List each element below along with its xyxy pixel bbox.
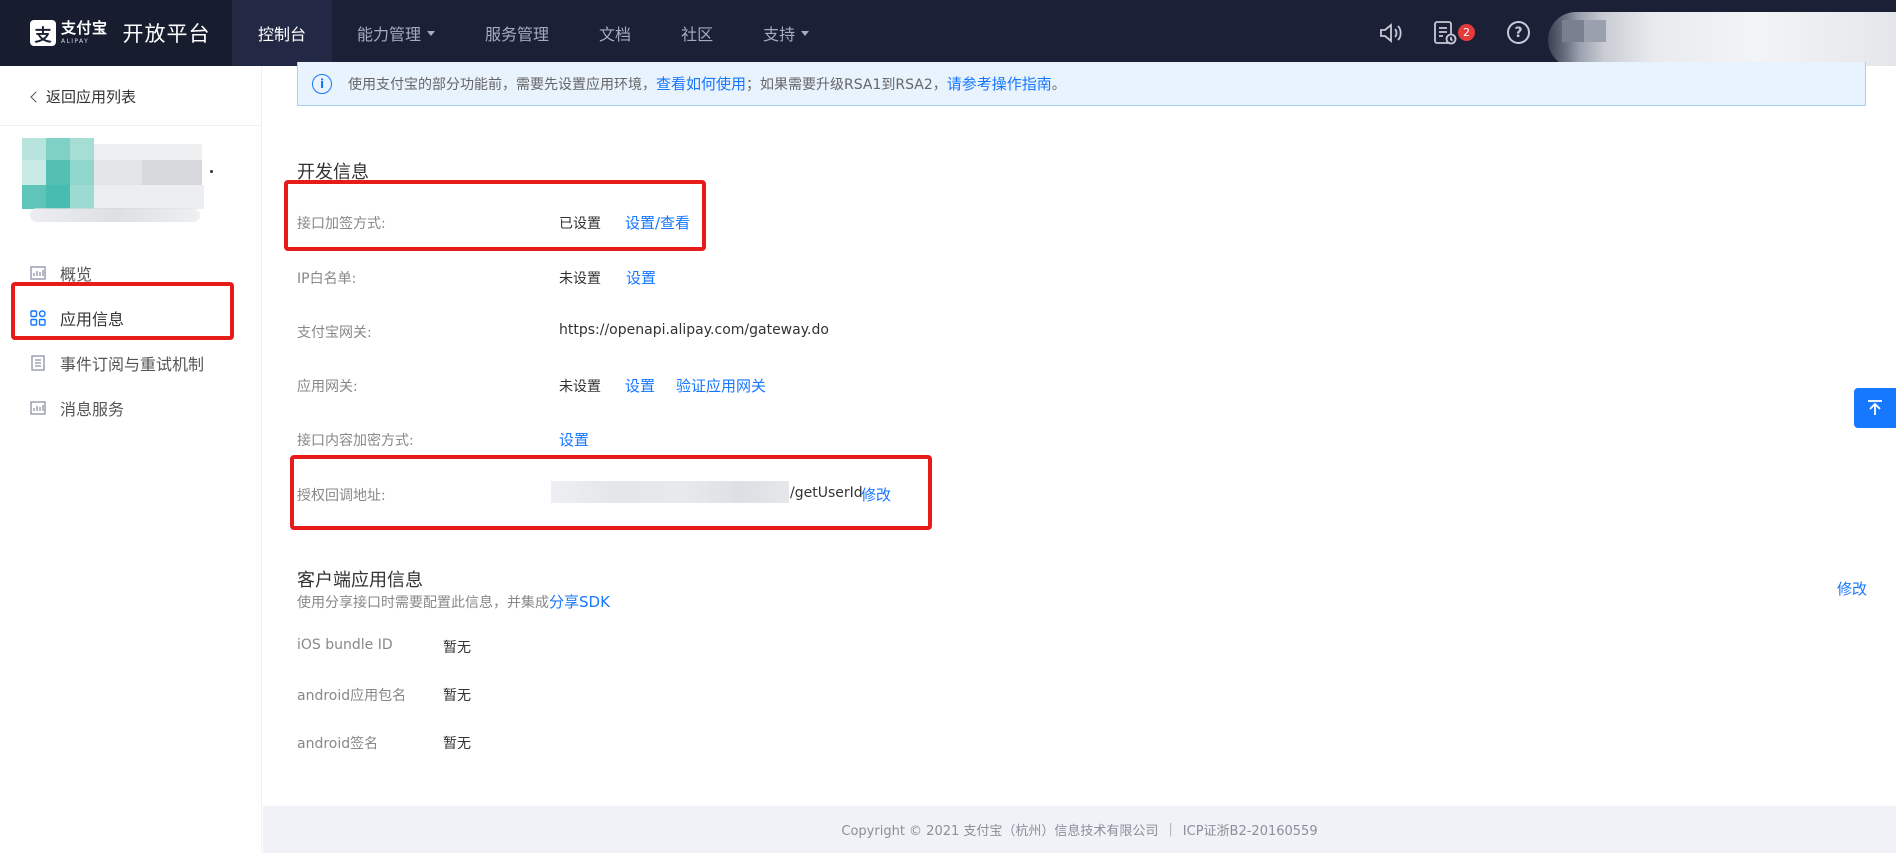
task-list-icon[interactable] [1432, 20, 1458, 46]
avatar-pixel [1584, 20, 1606, 42]
bar-chart-icon [30, 265, 46, 281]
android-signature-label: android签名 [297, 736, 379, 752]
app-avatar-blurred [22, 138, 213, 210]
sidebar: 返回应用列表 概览 应用信息 事件订阅与重试机制 消息服务 [0, 66, 262, 853]
sign-method-label: 接口加签方式: [297, 216, 386, 232]
android-package-label: android应用包名 [297, 688, 407, 704]
main-nav: 控制台 能力管理 服务管理 文档 社区 支持 [232, 0, 834, 66]
client-info-subtitle: 使用分享接口时需要配置此信息，并集成分享SDK [297, 591, 610, 612]
dev-info-title: 开发信息 [297, 162, 369, 183]
chevron-left-icon [30, 91, 42, 103]
footer: Copyright © 2021 支付宝（杭州）信息技术有限公司 | ICP证浙… [263, 806, 1896, 853]
arrow-up-icon [1868, 400, 1882, 415]
avatar [1562, 20, 1584, 42]
logo[interactable]: 支 支付宝 ALIPAY 开放平台 [0, 0, 232, 66]
user-avatar-blurred[interactable] [1548, 12, 1896, 68]
nav-service-management[interactable]: 服务管理 [460, 0, 574, 66]
app-gateway-setup-link[interactable]: 设置 [625, 375, 655, 396]
notice-banner: i 使用支付宝的部分功能前，需要先设置应用环境， 查看如何使用 ；如果需要升级R… [297, 62, 1866, 106]
help-icon[interactable]: ? [1507, 21, 1530, 44]
back-to-top-button[interactable] [1854, 388, 1896, 428]
callback-url-suffix: /getUserId [790, 485, 863, 501]
footer-icp[interactable]: ICP证浙B2-20160559 [1183, 820, 1318, 839]
grid-icon [30, 310, 46, 326]
content-encrypt-setup-link[interactable]: 设置 [559, 429, 589, 450]
callback-edit-link[interactable]: 修改 [861, 484, 891, 505]
share-sdk-link[interactable]: 分享SDK [549, 593, 610, 611]
platform-title: 开放平台 [122, 22, 211, 46]
nav-capability-label: 能力管理 [357, 25, 422, 44]
notice-text-3: 。 [1051, 76, 1066, 93]
nav-docs-label: 文档 [599, 25, 632, 44]
sidebar-item-event-subscription[interactable]: 事件订阅与重试机制 [30, 352, 204, 374]
callback-url-blurred [551, 481, 789, 503]
sidebar-item-app-info[interactable]: 应用信息 [30, 307, 124, 329]
sidebar-item-label: 事件订阅与重试机制 [60, 355, 205, 374]
app-id-blurred [30, 208, 200, 222]
nav-service-label: 服务管理 [485, 25, 550, 44]
notice-text-1: 使用支付宝的部分功能前，需要先设置应用环境， [348, 76, 656, 93]
nav-console-label: 控制台 [258, 25, 307, 44]
nav-console[interactable]: 控制台 [232, 0, 333, 66]
ip-whitelist-status: 未设置 [559, 271, 601, 287]
auth-callback-label: 授权回调地址: [297, 488, 386, 504]
sidebar-item-label: 消息服务 [60, 400, 125, 419]
verify-app-gateway-link[interactable]: 验证应用网关 [676, 375, 766, 396]
ip-whitelist-label: IP白名单: [297, 271, 357, 287]
notice-text-2: ；如果需要升级RSA1到RSA2， [746, 76, 947, 93]
android-signature-value: 暂无 [443, 736, 471, 752]
alipay-gateway-label: 支付宝网关: [297, 325, 372, 341]
app-gateway-label: 应用网关: [297, 379, 358, 395]
info-icon: i [312, 73, 332, 94]
bar-chart-icon [30, 400, 46, 416]
back-to-app-list-link[interactable]: 返回应用列表 [30, 86, 137, 107]
alipay-gateway-value: https://openapi.alipay.com/gateway.do [559, 322, 829, 338]
sign-method-status: 已设置 [559, 216, 601, 232]
nav-support[interactable]: 支持 [738, 0, 834, 66]
caret-down-icon [427, 30, 436, 36]
nav-community-label: 社区 [681, 25, 714, 44]
back-link-label: 返回应用列表 [46, 88, 137, 106]
sidebar-item-message-service[interactable]: 消息服务 [30, 397, 124, 419]
top-navigation-bar: 支 支付宝 ALIPAY 开放平台 控制台 能力管理 服务管理 文档 社区 支持… [0, 0, 1896, 68]
divider [0, 125, 262, 126]
ios-bundle-id-value: 暂无 [443, 640, 471, 656]
logo-brand-cn: 支付宝 [61, 19, 108, 37]
client-info-edit-link[interactable]: 修改 [1837, 578, 1867, 599]
guide-link[interactable]: 请参考操作指南 [947, 73, 1052, 94]
logo-brand-en: ALIPAY [61, 38, 90, 45]
notification-badge: 2 [1458, 24, 1475, 41]
alipay-logo-icon: 支 [30, 20, 56, 46]
logo-brand: 支付宝 ALIPAY [61, 21, 108, 45]
nav-docs[interactable]: 文档 [574, 0, 656, 66]
footer-copyright: Copyright © 2021 支付宝（杭州）信息技术有限公司 [841, 824, 1159, 839]
sidebar-item-label: 概览 [60, 265, 93, 284]
nav-community[interactable]: 社区 [656, 0, 738, 66]
sign-method-setup-link[interactable]: 设置/查看 [625, 212, 690, 233]
content-encrypt-label: 接口内容加密方式: [297, 433, 414, 449]
footer-separator: | [1168, 822, 1173, 837]
sidebar-item-overview[interactable]: 概览 [30, 262, 92, 284]
nav-capability-management[interactable]: 能力管理 [332, 0, 460, 66]
sidebar-item-label: 应用信息 [60, 310, 125, 329]
nav-support-label: 支持 [763, 25, 796, 44]
ip-whitelist-setup-link[interactable]: 设置 [626, 267, 656, 288]
list-icon [30, 355, 46, 371]
main-content: i 使用支付宝的部分功能前，需要先设置应用环境， 查看如何使用 ；如果需要升级R… [263, 62, 1896, 853]
app-gateway-status: 未设置 [559, 379, 601, 395]
how-to-use-link[interactable]: 查看如何使用 [656, 73, 746, 94]
android-package-value: 暂无 [443, 688, 471, 704]
client-info-title: 客户端应用信息 [297, 570, 423, 591]
client-info-subtitle-text: 使用分享接口时需要配置此信息，并集成 [297, 595, 549, 611]
ios-bundle-id-label: iOS bundle ID [297, 637, 393, 653]
speaker-icon[interactable] [1377, 20, 1403, 46]
caret-down-icon [801, 30, 810, 36]
